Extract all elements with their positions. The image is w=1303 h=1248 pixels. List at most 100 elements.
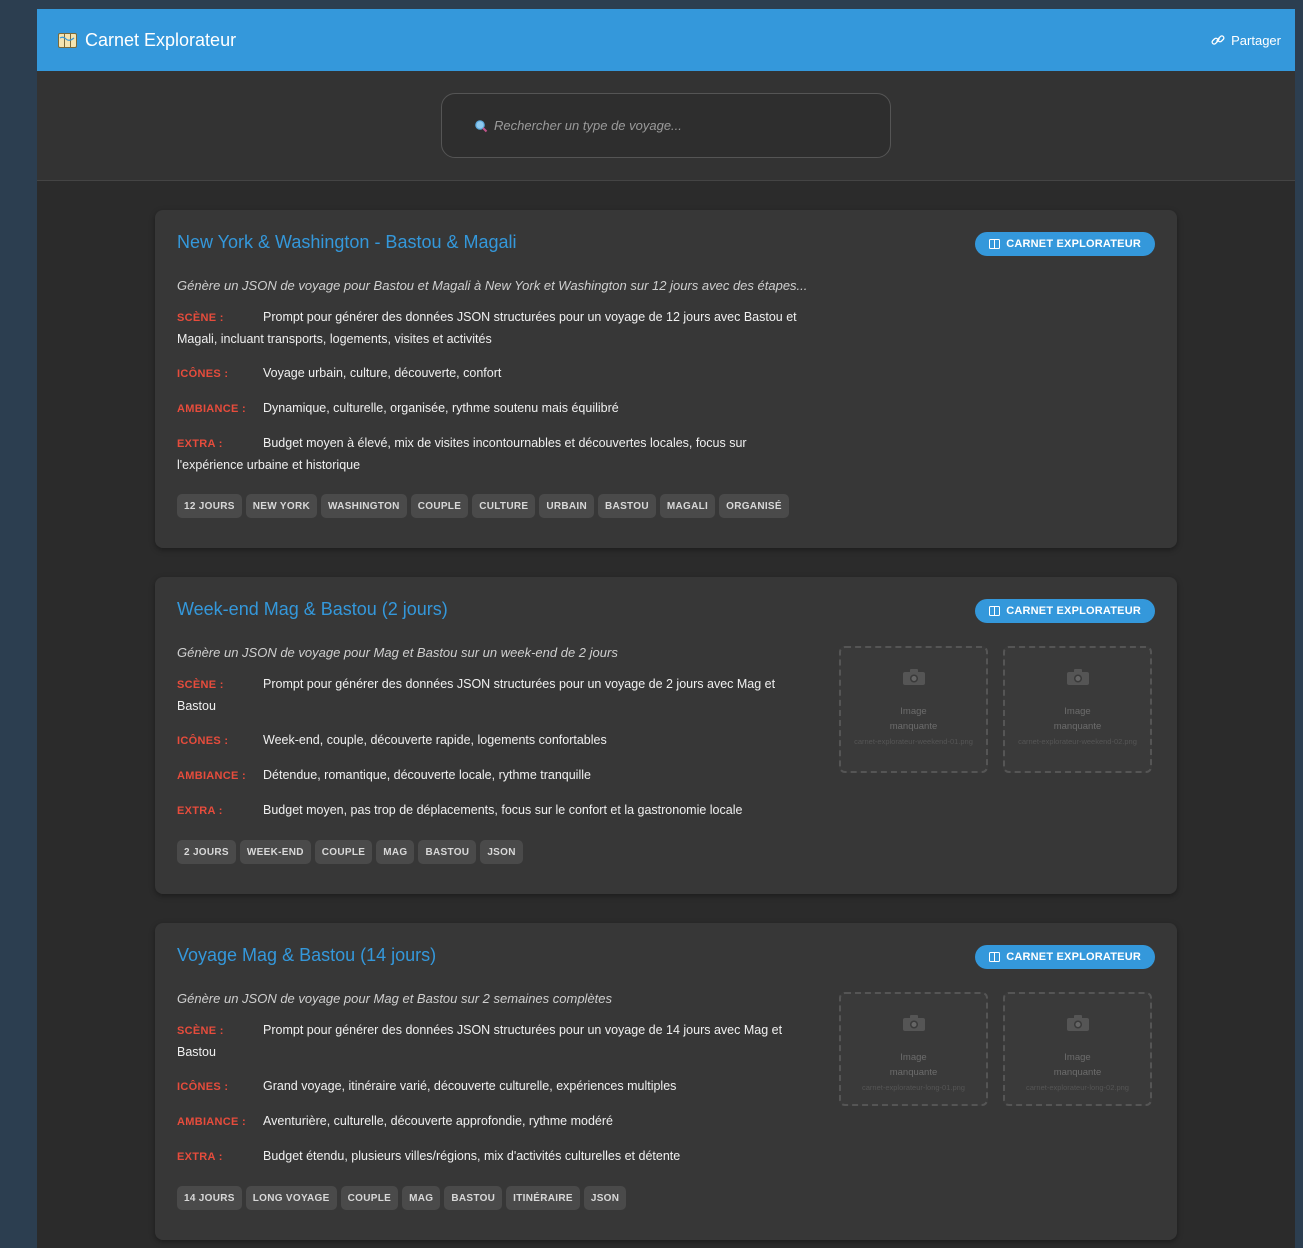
tag[interactable]: COUPLE xyxy=(410,494,469,518)
field-value: Prompt pour générer des données JSON str… xyxy=(177,310,797,346)
image-filename: carnet-explorateur-long-02.png xyxy=(1026,1083,1129,1092)
field-value: Détendue, romantique, découverte locale,… xyxy=(263,768,591,782)
image-filename: carnet-explorateur-long-01.png xyxy=(862,1083,965,1092)
tag[interactable]: CULTURE xyxy=(472,494,536,518)
field-icones: ICÔNES : Voyage urbain, culture, découver… xyxy=(177,363,802,385)
image-gallery: Image manquante carnet-explorateur-long-… xyxy=(839,992,1152,1106)
field-label: AMBIANCE : xyxy=(177,403,246,415)
top-bar: Carnet Explorateur Partager xyxy=(37,9,1295,71)
field-value: Prompt pour générer des données JSON str… xyxy=(177,677,776,713)
search-icon xyxy=(475,119,488,132)
book-icon xyxy=(989,239,1001,249)
tag-list: 14 JOURS LONG VOYAGE COUPLE MAG BASTOU I… xyxy=(177,1186,1155,1210)
tag[interactable]: COUPLE xyxy=(340,1186,399,1210)
tag[interactable]: NEW YORK xyxy=(245,494,317,518)
field-label: EXTRA : xyxy=(177,805,223,817)
share-label: Partager xyxy=(1231,32,1281,48)
tag[interactable]: URBAIN xyxy=(539,494,595,518)
image-filename: carnet-explorateur-weekend-02.png xyxy=(1018,737,1137,746)
image-gallery: Image manquante carnet-explorateur-weeke… xyxy=(839,646,1152,773)
field-label: ICÔNES : xyxy=(177,368,229,380)
field-label: ICÔNES : xyxy=(177,1081,229,1093)
prompt-card: Week-end Mag & Bastou (2 jours) CARNET E… xyxy=(155,577,1177,894)
book-icon xyxy=(989,952,1001,962)
tag[interactable]: WASHINGTON xyxy=(321,494,407,518)
tag[interactable]: ORGANISÉ xyxy=(719,494,789,518)
map-icon xyxy=(58,32,77,48)
camera-icon xyxy=(1066,1015,1089,1031)
prompt-card: Voyage Mag & Bastou (14 jours) CARNET EX… xyxy=(155,923,1177,1240)
field-label: ICÔNES : xyxy=(177,735,229,747)
field-value: Prompt pour générer des données JSON str… xyxy=(177,1023,783,1059)
field-scene: SCÈNE : Prompt pour générer des données J… xyxy=(177,1020,802,1063)
tag[interactable]: BASTOU xyxy=(444,1186,503,1210)
camera-icon xyxy=(902,669,925,685)
tag[interactable]: 14 JOURS xyxy=(177,1186,242,1210)
search-section xyxy=(37,71,1295,181)
tag-list: 12 JOURS NEW YORK WASHINGTON COUPLE CULT… xyxy=(177,494,1155,518)
book-icon xyxy=(989,606,1001,616)
card-description: Génère un JSON de voyage pour Bastou et … xyxy=(177,278,808,293)
card-title[interactable]: New York & Washington - Bastou & Magali xyxy=(177,232,517,253)
carnet-explorateur-badge[interactable]: CARNET EXPLORATEUR xyxy=(975,599,1155,623)
field-value: Budget étendu, plusieurs villes/régions,… xyxy=(263,1149,681,1163)
tag-list: 2 JOURS WEEK-END COUPLE MAG BASTOU JSON xyxy=(177,840,1155,864)
field-ambiance: AMBIANCE : Détendue, romantique, découver… xyxy=(177,765,802,787)
field-label: EXTRA : xyxy=(177,1151,223,1163)
prompt-card: New York & Washington - Bastou & Magali … xyxy=(155,210,1177,548)
share-button[interactable]: Partager xyxy=(1211,33,1281,48)
tag[interactable]: BASTOU xyxy=(418,840,477,864)
carnet-explorateur-badge[interactable]: CARNET EXPLORATEUR xyxy=(975,232,1155,256)
missing-image-placeholder[interactable]: Image manquante carnet-explorateur-weeke… xyxy=(1003,646,1152,773)
card-list: New York & Washington - Bastou & Magali … xyxy=(37,181,1295,1240)
camera-icon xyxy=(1066,669,1089,685)
tag[interactable]: COUPLE xyxy=(314,840,373,864)
field-label: SCÈNE : xyxy=(177,1025,224,1037)
tag[interactable]: MAG xyxy=(402,1186,441,1210)
field-label: EXTRA : xyxy=(177,438,223,450)
field-scene: SCÈNE : Prompt pour générer des données J… xyxy=(177,674,802,717)
missing-image-placeholder[interactable]: Image manquante carnet-explorateur-weeke… xyxy=(839,646,988,773)
field-label: SCÈNE : xyxy=(177,679,224,691)
tag[interactable]: WEEK-END xyxy=(239,840,311,864)
field-value: Dynamique, culturelle, organisée, rythme… xyxy=(263,401,619,415)
search-input[interactable] xyxy=(494,118,854,133)
missing-image-placeholder[interactable]: Image manquante carnet-explorateur-long-… xyxy=(1003,992,1152,1106)
field-value: Week-end, couple, découverte rapide, log… xyxy=(263,733,607,747)
field-label: SCÈNE : xyxy=(177,312,224,324)
field-value: Aventurière, culturelle, découverte appr… xyxy=(263,1114,613,1128)
field-ambiance: AMBIANCE : Dynamique, culturelle, organis… xyxy=(177,398,802,420)
field-value: Budget moyen, pas trop de déplacements, … xyxy=(263,803,743,817)
tag[interactable]: ITINÉRAIRE xyxy=(506,1186,580,1210)
field-extra: EXTRA : Budget moyen à élevé, mix de visi… xyxy=(177,433,802,476)
missing-image-placeholder[interactable]: Image manquante carnet-explorateur-long-… xyxy=(839,992,988,1106)
tag[interactable]: JSON xyxy=(480,840,523,864)
camera-icon xyxy=(902,1015,925,1031)
carnet-explorateur-badge[interactable]: CARNET EXPLORATEUR xyxy=(975,945,1155,969)
field-label: AMBIANCE : xyxy=(177,770,246,782)
app-title: Carnet Explorateur xyxy=(85,29,237,50)
tag[interactable]: 2 JOURS xyxy=(177,840,236,864)
field-label: AMBIANCE : xyxy=(177,1116,246,1128)
tag[interactable]: JSON xyxy=(583,1186,627,1210)
field-ambiance: AMBIANCE : Aventurière, culturelle, décou… xyxy=(177,1111,802,1133)
field-extra: EXTRA : Budget moyen, pas trop de déplace… xyxy=(177,800,802,822)
tag[interactable]: 12 JOURS xyxy=(177,494,242,518)
field-extra: EXTRA : Budget étendu, plusieurs villes/r… xyxy=(177,1146,802,1168)
tag[interactable]: LONG VOYAGE xyxy=(245,1186,337,1210)
image-filename: carnet-explorateur-weekend-01.png xyxy=(854,737,973,746)
field-value: Grand voyage, itinéraire varié, découver… xyxy=(263,1079,677,1093)
brand[interactable]: Carnet Explorateur xyxy=(58,30,236,51)
field-icones: ICÔNES : Grand voyage, itinéraire varié, … xyxy=(177,1076,802,1098)
tag[interactable]: MAGALI xyxy=(659,494,716,518)
field-value: Voyage urbain, culture, découverte, conf… xyxy=(263,366,502,380)
field-icones: ICÔNES : Week-end, couple, découverte rap… xyxy=(177,730,802,752)
tag[interactable]: MAG xyxy=(376,840,415,864)
link-icon xyxy=(1211,35,1225,45)
tag[interactable]: BASTOU xyxy=(598,494,656,518)
field-scene: SCÈNE : Prompt pour générer des données J… xyxy=(177,307,802,350)
search-box[interactable] xyxy=(441,93,891,158)
app-window: Carnet Explorateur Partager New York & W… xyxy=(37,9,1295,1248)
card-title[interactable]: Week-end Mag & Bastou (2 jours) xyxy=(177,599,448,620)
card-title[interactable]: Voyage Mag & Bastou (14 jours) xyxy=(177,945,436,966)
